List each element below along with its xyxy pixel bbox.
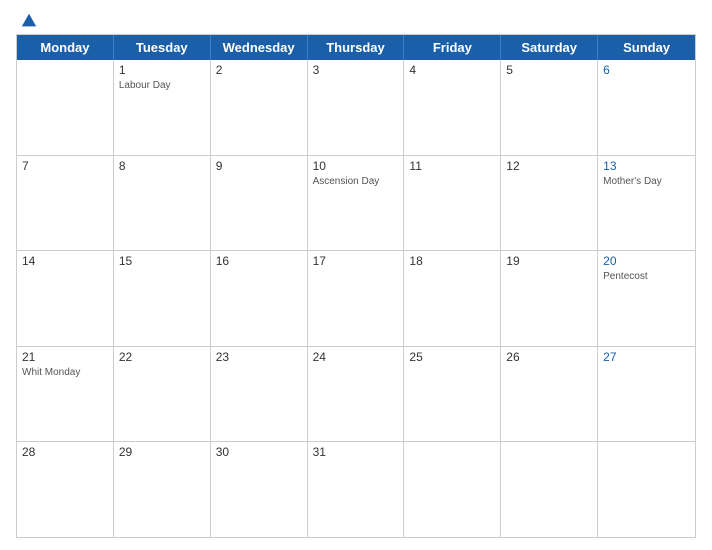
- calendar-cell: 7: [17, 156, 114, 251]
- day-number: 7: [22, 159, 108, 173]
- calendar-cell: 2: [211, 60, 308, 155]
- header-wednesday: Wednesday: [211, 35, 308, 60]
- day-number: 25: [409, 350, 495, 364]
- calendar-cell: [501, 442, 598, 537]
- calendar-cell: 17: [308, 251, 405, 346]
- day-number: 27: [603, 350, 690, 364]
- day-number: 1: [119, 63, 205, 77]
- calendar-cell: 14: [17, 251, 114, 346]
- day-number: 11: [409, 159, 495, 173]
- day-number: 17: [313, 254, 399, 268]
- calendar-cell: 6: [598, 60, 695, 155]
- day-number: 22: [119, 350, 205, 364]
- calendar-cell: 19: [501, 251, 598, 346]
- day-number: 24: [313, 350, 399, 364]
- calendar-cell: [598, 442, 695, 537]
- day-number: 10: [313, 159, 399, 173]
- day-number: 20: [603, 254, 690, 268]
- header-sunday: Sunday: [598, 35, 695, 60]
- calendar-grid: MondayTuesdayWednesdayThursdayFridaySatu…: [16, 34, 696, 538]
- day-number: 16: [216, 254, 302, 268]
- holiday-name: Ascension Day: [313, 175, 399, 188]
- calendar-cell: 11: [404, 156, 501, 251]
- calendar-cell: 8: [114, 156, 211, 251]
- header-friday: Friday: [404, 35, 501, 60]
- day-number: 3: [313, 63, 399, 77]
- calendar-cell: [404, 442, 501, 537]
- calendar-header: MondayTuesdayWednesdayThursdayFridaySatu…: [17, 35, 695, 60]
- calendar-cell: [17, 60, 114, 155]
- calendar-week-2: 789 10 Ascension Day 11 12 13 Mother's Day: [17, 156, 695, 252]
- day-number: 6: [603, 63, 690, 77]
- calendar-cell: 23: [211, 347, 308, 442]
- day-number: 29: [119, 445, 205, 459]
- day-number: 8: [119, 159, 205, 173]
- calendar-cell: 31: [308, 442, 405, 537]
- calendar-week-3: 14 15 16 17 18 19 20 Pentecost: [17, 251, 695, 347]
- calendar-cell: 9: [211, 156, 308, 251]
- holiday-name: Whit Monday: [22, 366, 108, 379]
- day-number: 18: [409, 254, 495, 268]
- calendar-cell: 10 Ascension Day: [308, 156, 405, 251]
- calendar-cell: 30: [211, 442, 308, 537]
- header-monday: Monday: [17, 35, 114, 60]
- header-tuesday: Tuesday: [114, 35, 211, 60]
- day-number: 15: [119, 254, 205, 268]
- day-number: 4: [409, 63, 495, 77]
- day-number: 12: [506, 159, 592, 173]
- holiday-name: Pentecost: [603, 270, 690, 283]
- page-header: [16, 12, 696, 28]
- calendar-cell: 26: [501, 347, 598, 442]
- day-number: 9: [216, 159, 302, 173]
- calendar-cell: 21 Whit Monday: [17, 347, 114, 442]
- calendar-cell: 4: [404, 60, 501, 155]
- calendar-week-5: 28 29 30 31: [17, 442, 695, 537]
- calendar-cell: 1 Labour Day: [114, 60, 211, 155]
- calendar-cell: 5: [501, 60, 598, 155]
- header-saturday: Saturday: [501, 35, 598, 60]
- calendar-cell: 15: [114, 251, 211, 346]
- day-number: 23: [216, 350, 302, 364]
- holiday-name: Labour Day: [119, 79, 205, 92]
- calendar-week-4: 21 Whit Monday 22 23 24 25 26 27: [17, 347, 695, 443]
- logo: [16, 12, 38, 28]
- calendar-cell: 3: [308, 60, 405, 155]
- day-number: 28: [22, 445, 108, 459]
- calendar-cell: 16: [211, 251, 308, 346]
- day-number: 19: [506, 254, 592, 268]
- day-number: 30: [216, 445, 302, 459]
- calendar-page: MondayTuesdayWednesdayThursdayFridaySatu…: [0, 0, 712, 550]
- calendar-cell: 28: [17, 442, 114, 537]
- day-number: 13: [603, 159, 690, 173]
- calendar-cell: 18: [404, 251, 501, 346]
- calendar-body: 1Labour Day2345678910Ascension Day111213…: [17, 60, 695, 537]
- calendar-cell: 27: [598, 347, 695, 442]
- calendar-cell: 22: [114, 347, 211, 442]
- day-number: 2: [216, 63, 302, 77]
- calendar-week-1: 1 Labour Day 23456: [17, 60, 695, 156]
- calendar-cell: 29: [114, 442, 211, 537]
- holiday-name: Mother's Day: [603, 175, 690, 188]
- calendar-cell: 12: [501, 156, 598, 251]
- calendar-cell: 13 Mother's Day: [598, 156, 695, 251]
- day-number: 14: [22, 254, 108, 268]
- calendar-cell: 24: [308, 347, 405, 442]
- calendar-cell: 20 Pentecost: [598, 251, 695, 346]
- day-number: 26: [506, 350, 592, 364]
- day-number: 31: [313, 445, 399, 459]
- logo-icon: [20, 12, 38, 30]
- day-number: 21: [22, 350, 108, 364]
- day-number: 5: [506, 63, 592, 77]
- header-thursday: Thursday: [308, 35, 405, 60]
- calendar-cell: 25: [404, 347, 501, 442]
